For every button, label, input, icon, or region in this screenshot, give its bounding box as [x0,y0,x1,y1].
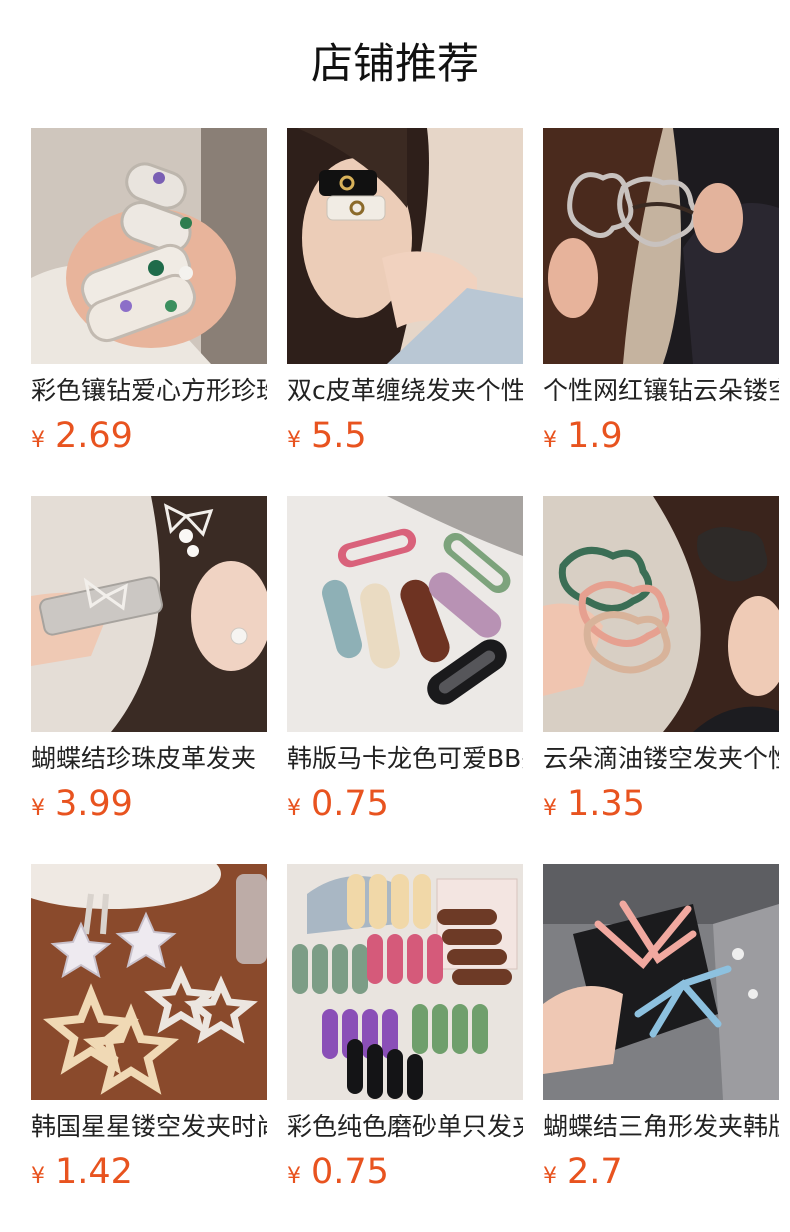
product-price: ¥1.9 [543,414,623,458]
product-card[interactable]: 韩版马卡龙色可爱BB夹 ¥0.75 [287,496,523,830]
product-price: ¥5.5 [287,414,367,458]
product-name[interactable]: 韩国星星镂空发夹时尚 [31,1110,267,1144]
product-price: ¥0.75 [287,1150,389,1194]
matte-color-clips-photo-icon [287,864,523,1100]
currency-symbol: ¥ [543,428,557,453]
star-clips-photo-icon [31,864,267,1100]
product-image[interactable] [543,864,779,1100]
product-name[interactable]: 韩版马卡龙色可爱BB夹 [287,742,523,776]
product-card[interactable]: 双c皮革缠绕发夹个性 ¥5.5 [287,128,523,462]
product-price: ¥3.99 [31,782,133,826]
product-image[interactable] [287,496,523,732]
shop-recommendations-page: 店铺推荐 彩色镶钻爱心方形珍珠发夹 ¥2.69 [0,0,790,1232]
product-image[interactable] [543,128,779,364]
product-image[interactable] [31,496,267,732]
price-value: 0.75 [311,784,389,824]
price-value: 2.69 [55,416,133,456]
currency-symbol: ¥ [31,1164,45,1189]
cloud-enamel-clip-photo-icon [543,496,779,732]
product-card[interactable]: 彩色纯色磨砂单只发夹 ¥0.75 [287,864,523,1198]
price-value: 2.7 [567,1152,623,1192]
currency-symbol: ¥ [543,796,557,821]
product-name[interactable]: 双c皮革缠绕发夹个性 [287,374,523,408]
currency-symbol: ¥ [543,1164,557,1189]
macaron-bb-clips-photo-icon [287,496,523,732]
price-value: 5.5 [311,416,367,456]
price-value: 1.35 [567,784,645,824]
currency-symbol: ¥ [287,796,301,821]
price-value: 0.75 [311,1152,389,1192]
product-card[interactable]: 云朵滴油镂空发夹个性 ¥1.35 [543,496,779,830]
product-name[interactable]: 彩色镶钻爱心方形珍珠发夹 [31,374,267,408]
product-card[interactable]: 彩色镶钻爱心方形珍珠发夹 ¥2.69 [31,128,267,462]
product-card[interactable]: 蝴蝶结三角形发夹韩版 ¥2.7 [543,864,779,1198]
currency-symbol: ¥ [287,1164,301,1189]
currency-symbol: ¥ [287,428,301,453]
price-value: 1.9 [567,416,623,456]
product-image[interactable] [287,864,523,1100]
product-name[interactable]: 蝴蝶结三角形发夹韩版 [543,1110,779,1144]
product-price: ¥1.35 [543,782,645,826]
product-card[interactable]: 蝴蝶结珍珠皮革发夹 ¥3.99 [31,496,267,830]
product-card[interactable]: 个性网红镶钻云朵镂空发夹 ¥1.9 [543,128,779,462]
price-value: 1.42 [55,1152,133,1192]
product-image[interactable] [31,128,267,364]
gem-hair-clips-photo-icon [31,128,267,364]
product-price: ¥2.7 [543,1150,623,1194]
currency-symbol: ¥ [31,428,45,453]
product-name[interactable]: 彩色纯色磨砂单只发夹 [287,1110,523,1144]
product-image[interactable] [31,864,267,1100]
rhinestone-cloud-clip-photo-icon [543,128,779,364]
product-name[interactable]: 个性网红镶钻云朵镂空发夹 [543,374,779,408]
price-value: 3.99 [55,784,133,824]
currency-symbol: ¥ [31,796,45,821]
bow-pearl-clip-photo-icon [31,496,267,732]
triangle-bow-clips-photo-icon [543,864,779,1100]
product-card[interactable]: 韩国星星镂空发夹时尚 ¥1.42 [31,864,267,1198]
product-image[interactable] [543,496,779,732]
product-price: ¥2.69 [31,414,133,458]
leather-hair-clip-photo-icon [287,128,523,364]
product-name[interactable]: 云朵滴油镂空发夹个性 [543,742,779,776]
product-name[interactable]: 蝴蝶结珍珠皮革发夹 [31,742,267,776]
product-image[interactable] [287,128,523,364]
product-price: ¥0.75 [287,782,389,826]
section-title: 店铺推荐 [310,39,479,88]
product-price: ¥1.42 [31,1150,133,1194]
